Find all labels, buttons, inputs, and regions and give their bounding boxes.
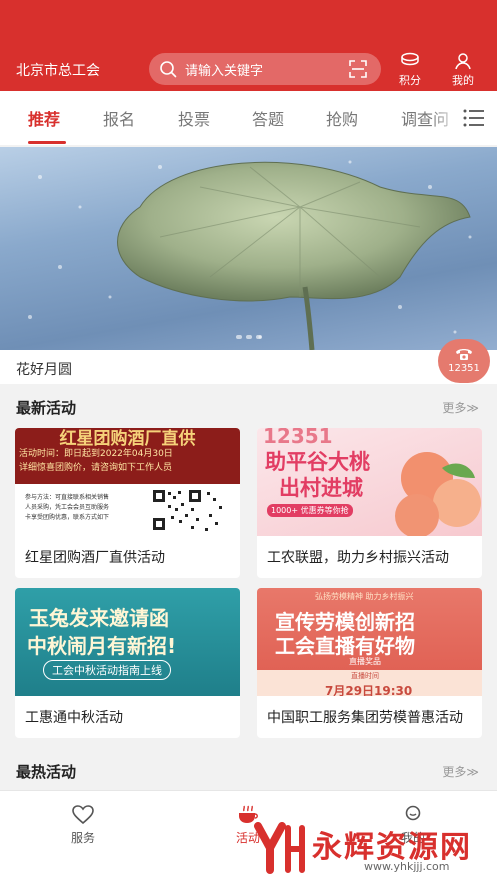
activity-card-image: 12351 助平谷大桃 出村进城 1000+ 优惠券等你抢 — [257, 428, 482, 536]
banner-caption-bar: 花好月圆 — [0, 350, 497, 384]
activity-card[interactable]: 红星团购酒厂直供 活动时间：即日起到2022年04月30日 详细惊喜团购价，请咨… — [15, 428, 240, 578]
menu-icon[interactable] — [463, 108, 485, 128]
activity-card-title: 工惠通中秋活动 — [25, 710, 123, 726]
tab-quiz[interactable]: 答题 — [252, 106, 284, 130]
card-image-text: 出村进城 — [279, 476, 363, 500]
activity-card-image: 红星团购酒厂直供 活动时间：即日起到2022年04月30日 详细惊喜团购价，请咨… — [15, 428, 240, 536]
tab-flash-sale[interactable]: 抢购 — [326, 106, 358, 130]
phone-icon — [456, 349, 472, 360]
activity-card[interactable]: 玉兔发来邀请函 中秋闹月有新招! 工会中秋活动指南上线 工惠通中秋活动 — [15, 588, 240, 738]
card-image-text: 7月29日19:30 — [325, 684, 413, 696]
watermark-url: www.yhkjjj.com — [364, 860, 450, 873]
card-image-text: 12351 — [263, 428, 333, 448]
lotus-leaf-image — [28, 160, 472, 350]
search-bar[interactable]: 请输入关键字 — [149, 53, 381, 85]
activity-card-image: 弘扬劳模精神 助力乡村振兴 宣传劳模创新招 工会直播有好物 直播奖品 直播时间 … — [257, 588, 482, 696]
tab-vote[interactable]: 投票 — [178, 106, 210, 130]
user-icon — [455, 53, 471, 70]
app-screen: 北京市总工会 请输入关键字 积分 我的 推荐 报名 投票 答题 抢购 调查问 花… — [0, 0, 497, 883]
banner-caption[interactable]: 花好月圆 — [16, 359, 72, 379]
carousel-dots — [236, 335, 262, 339]
activity-card[interactable]: 弘扬劳模精神 助力乡村振兴 宣传劳模创新招 工会直播有好物 直播奖品 直播时间 … — [257, 588, 482, 738]
card-image-text: 详细惊喜团购价，请咨询如下工作人员 — [19, 463, 173, 473]
activity-card-image: 玉兔发来邀请函 中秋闹月有新招! 工会中秋活动指南上线 — [15, 588, 240, 696]
org-name[interactable]: 北京市总工会 — [16, 60, 100, 80]
card-image-text: 1000+ 优惠券等你抢 — [267, 504, 353, 517]
category-tabs: 推荐 报名 投票 答题 抢购 调查问 — [0, 91, 497, 145]
peach-image — [395, 452, 481, 536]
hottest-section-title: 最热活动 — [16, 763, 77, 781]
nav-service[interactable]: 服务 — [53, 805, 113, 846]
card-image-text: 工会直播有好物 — [275, 634, 415, 658]
card-image-text: 弘扬劳模精神 助力乡村振兴 — [315, 592, 414, 601]
heart-icon — [72, 805, 94, 825]
card-image-text: 工会中秋活动指南上线 — [43, 660, 171, 680]
active-tab-indicator — [28, 141, 66, 144]
tab-signup[interactable]: 报名 — [103, 106, 135, 130]
nav-label: 服务 — [70, 831, 95, 845]
points-label: 积分 — [399, 74, 421, 87]
card-image-text: 参与方法：可直接联系相关销售 — [25, 494, 110, 501]
card-image-text: 直播时间 — [351, 672, 379, 680]
mine-label: 我的 — [452, 74, 474, 87]
qr-code-image — [151, 488, 225, 534]
card-image-text: 直播奖品 — [349, 657, 381, 666]
search-placeholder: 请输入关键字 — [185, 64, 264, 79]
activity-card[interactable]: 12351 助平谷大桃 出村进城 1000+ 优惠券等你抢 工农联盟，助力乡村振… — [257, 428, 482, 578]
tab-fade — [431, 91, 461, 145]
activity-card-title: 红星团购酒厂直供活动 — [25, 550, 165, 566]
latest-more-link[interactable]: 更多≫ — [442, 399, 479, 416]
mine-button[interactable]: 我的 — [447, 52, 479, 88]
card-image-text: 人员采购，凭工会会员互助服务 — [25, 504, 110, 511]
card-image-text: 卡享受团购优惠，联系方式如下 — [25, 514, 110, 521]
search-icon — [160, 61, 177, 78]
card-image-text: 玉兔发来邀请函 — [29, 606, 169, 630]
top-header: 北京市总工会 请输入关键字 积分 我的 — [0, 0, 497, 91]
card-image-text: 活动时间：即日起到2022年04月30日 — [19, 449, 173, 459]
coins-icon — [401, 52, 419, 66]
activity-card-title: 工农联盟，助力乡村振兴活动 — [267, 550, 449, 566]
points-button[interactable]: 积分 — [394, 52, 426, 88]
watermark: 永辉资源网 www.yhkjjj.com — [252, 820, 492, 880]
hottest-more-link[interactable]: 更多≫ — [442, 763, 479, 780]
banner-carousel[interactable] — [0, 147, 497, 350]
watermark-logo-icon — [254, 822, 305, 874]
scan-icon[interactable] — [349, 60, 367, 78]
hotline-number: 12351 — [448, 363, 480, 374]
hotline-button[interactable]: 12351 — [438, 339, 490, 383]
activity-card-title: 中国职工服务集团劳模普惠活动 — [267, 710, 463, 726]
tab-recommend[interactable]: 推荐 — [28, 106, 60, 130]
card-image-text: 中秋闹月有新招! — [27, 634, 177, 658]
latest-section-title: 最新活动 — [16, 399, 77, 417]
